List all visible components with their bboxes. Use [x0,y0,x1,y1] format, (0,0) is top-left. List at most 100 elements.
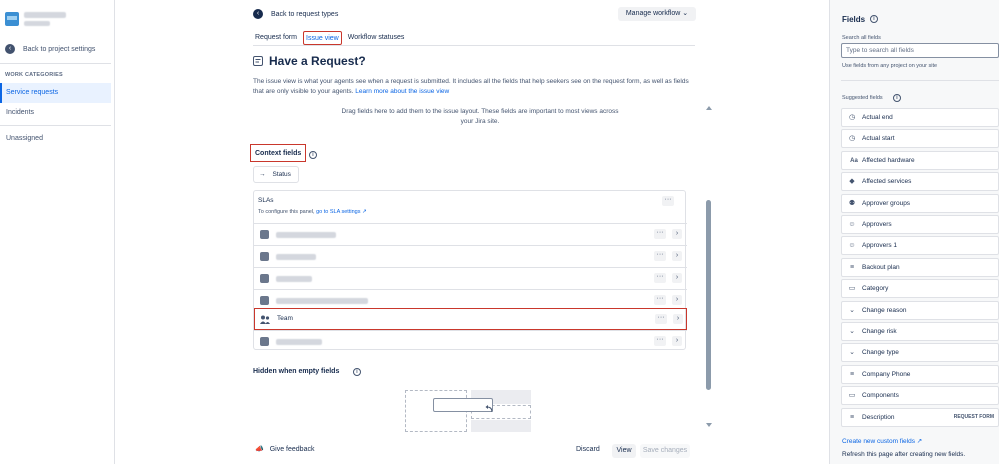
more-options-button[interactable]: ··· [654,251,666,261]
create-custom-fields-link[interactable]: Create new custom fields ↗ [842,437,922,445]
suggested-field-item[interactable]: ◷ Actual end [841,108,999,127]
more-options-button[interactable]: ··· [654,336,666,346]
suggested-field-item[interactable]: ≡ Description REQUEST FORM [841,407,999,427]
field-label: Components [862,392,899,400]
title-text: Have a Request? [269,54,366,68]
field-row[interactable]: ··· › [254,245,687,267]
chevron-right-icon[interactable]: › [672,273,682,283]
field-row[interactable]: ··· › [254,267,687,289]
field-label: Backout plan [862,263,900,271]
suggested-field-item[interactable]: ☺ Approvers [841,215,999,234]
sidebar-item-incidents[interactable]: Incidents [0,103,111,123]
tab-request-form[interactable]: Request form [253,31,299,45]
back-to-project-settings[interactable]: ‹ Back to project settings [5,44,95,54]
request-form-badge: REQUEST FORM [953,413,994,420]
more-options-button[interactable]: ··· [654,295,666,305]
suggested-field-item[interactable]: ≡ Backout plan [841,257,999,277]
field-row[interactable]: ··· › [254,223,687,245]
drop-zone-illustration [471,420,531,432]
back-to-request-types[interactable]: ‹ Back to request types [253,9,338,19]
more-options-button[interactable]: ··· [662,196,674,206]
manage-workflow-button[interactable]: Manage workflow ⌄ [618,7,696,21]
status-label: Status [272,171,291,178]
view-button[interactable]: View [612,444,636,458]
suggested-field-item[interactable]: ▭ Components [841,386,999,406]
chevron-right-icon[interactable]: › [672,229,682,239]
discard-button[interactable]: Discard [576,446,600,453]
scrollbar-thumb[interactable] [706,200,711,390]
scroll-down-arrow[interactable] [706,423,712,427]
learn-more-link[interactable]: Learn more about the issue view [355,88,449,95]
suggested-field-item[interactable]: ☺ Approvers 1 [841,236,999,256]
field-label: Company Phone [862,370,911,378]
status-field-chip[interactable]: → Status [253,166,299,183]
field-label: Approvers [862,221,892,228]
suggested-field-item[interactable]: ▭ Category [841,279,999,299]
divider [841,80,999,81]
suggested-field-item[interactable]: ◆ Affected services [841,172,999,192]
divider [0,125,111,126]
info-icon[interactable]: i [893,94,901,102]
text-icon: Aa [850,157,858,164]
suggested-field-item[interactable]: ◷ Actual start [841,129,999,149]
description-text: The issue view is what your agents see w… [253,78,689,95]
field-icon [260,337,269,346]
give-feedback-button[interactable]: 📣 Give feedback [255,445,314,454]
sidebar-item-unassigned[interactable]: Unassigned [0,129,111,149]
field-label: Approvers 1 [862,242,898,250]
sla-sub-text: To configure this panel, [258,209,315,215]
suggested-field-item[interactable]: ⌄ Change type [841,343,999,363]
megaphone-icon: 📣 [255,446,264,453]
drag-card-illustration [433,398,493,412]
back-label: Back to project settings [23,45,96,53]
chevron-right-icon[interactable]: › [672,336,682,346]
more-options-button[interactable]: ··· [654,229,666,239]
sla-settings-link[interactable]: go to SLA settings [316,209,360,215]
fields-title-text: Fields [842,15,866,24]
suggested-field-item[interactable]: ⌄ Change reason [841,300,999,320]
info-icon[interactable]: i [870,15,878,23]
more-options-button[interactable]: ··· [654,273,666,283]
tab-workflow-statuses[interactable]: Workflow statuses [346,31,407,45]
request-type-icon [253,56,263,66]
field-row-team[interactable]: Team ··· › [254,308,687,330]
suggested-field-item[interactable]: Aa Affected hardware [841,150,999,170]
info-icon[interactable]: i [353,368,361,376]
field-icon [260,252,269,261]
drag-hint: Drag fields here to add them to the issu… [341,108,619,125]
folder-icon: ▭ [848,392,856,400]
hidden-when-empty-heading: Hidden when empty fields [253,368,340,375]
chevron-right-icon[interactable]: › [672,295,682,305]
chevron-right-icon[interactable]: › [673,314,683,324]
more-options-button[interactable]: ··· [655,314,667,324]
tab-bar: Request form Issue view Workflow statuse… [253,31,406,45]
field-icon [260,296,269,305]
divider [0,63,111,64]
save-changes-button[interactable]: Save changes [640,444,690,458]
dropdown-icon: ⌄ [849,349,855,357]
sidebar-item-service-requests[interactable]: Service requests [0,83,111,103]
field-label: Category [862,285,889,293]
blurred-project-type [24,21,50,26]
blurred-field-name [276,254,316,260]
field-icon [260,274,269,283]
suggested-field-item[interactable]: ⚉ Approver groups [841,193,999,213]
scroll-up-arrow[interactable] [706,106,712,110]
chevron-right-icon[interactable]: › [672,251,682,261]
arrow-left-icon: ‹ [253,9,263,19]
suggested-field-item[interactable]: ≡ Company Phone [841,364,999,384]
blurred-project-name [24,12,66,18]
back-label: Back to request types [271,10,339,18]
field-row[interactable]: ··· › [254,330,687,352]
info-icon[interactable]: i [309,151,317,159]
blurred-field-name [276,276,312,282]
arrow-left-icon: ‹ [5,44,15,54]
dropdown-icon: ⌄ [849,306,855,314]
field-label: Change risk [862,328,897,335]
tab-issue-view[interactable]: Issue view [303,31,342,45]
suggested-field-item[interactable]: ⌄ Change risk [841,322,999,341]
search-help-text: Use fields from any project on your site [842,63,938,69]
person-icon: ☺ [848,221,856,228]
search-input[interactable]: Type to search all fields [841,43,999,58]
field-label: Change type [862,349,899,357]
